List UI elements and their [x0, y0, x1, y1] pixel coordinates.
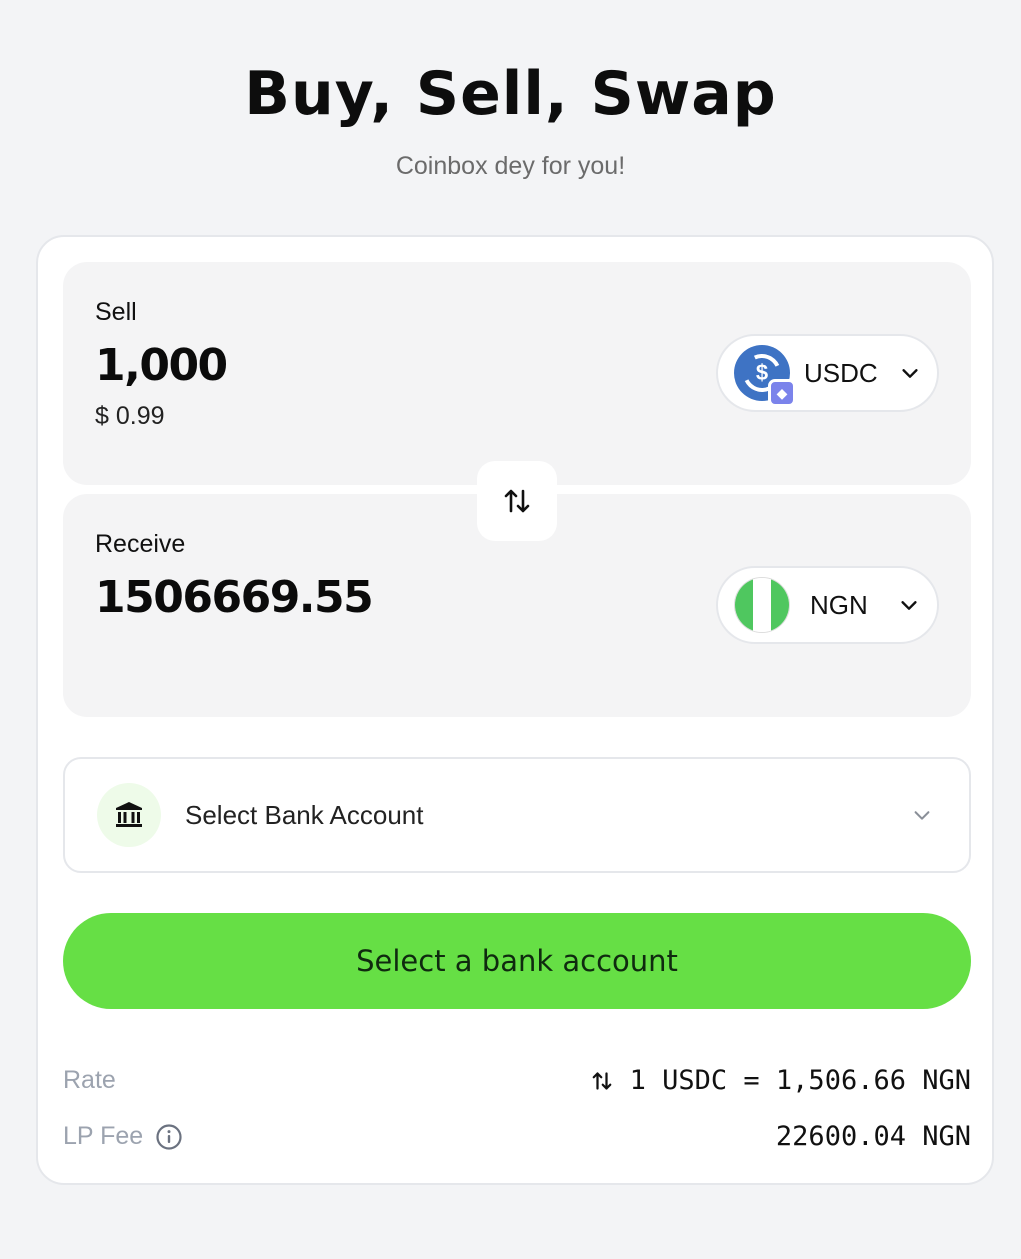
- bank-icon: [97, 783, 161, 847]
- page-header: Buy, Sell, Swap Coinbox dey for you!: [0, 58, 1021, 181]
- lp-fee-value: 22600.04 NGN: [775, 1121, 971, 1152]
- rate-label: Rate: [63, 1066, 116, 1094]
- receive-token-name: NGN: [810, 589, 868, 620]
- sell-panel: Sell 1,000 $ 0.99 $ ◆ USDC: [63, 262, 971, 485]
- select-bank-account-button[interactable]: Select a bank account: [63, 913, 971, 1009]
- sell-usd-value: $ 0.99: [95, 402, 165, 430]
- sell-token-selector[interactable]: $ ◆ USDC: [716, 334, 939, 412]
- swap-arrows-icon: [504, 489, 530, 513]
- chevron-down-icon: [914, 811, 930, 820]
- rate-value: 1 USDC = 1,506.66 NGN: [629, 1065, 971, 1096]
- nigeria-flag-icon: [734, 577, 790, 633]
- ethereum-icon: ◆: [768, 379, 796, 407]
- sell-amount-input[interactable]: 1,000: [95, 340, 228, 391]
- swap-arrows-icon[interactable]: [590, 1069, 614, 1093]
- receive-label: Receive: [95, 530, 186, 558]
- receive-amount: 1506669.55: [95, 572, 374, 623]
- chevron-down-icon: [902, 369, 918, 378]
- sell-label: Sell: [95, 298, 137, 326]
- sell-token-name: USDC: [804, 357, 878, 388]
- chevron-down-icon: [901, 601, 917, 610]
- lp-fee-label-group: LP Fee: [63, 1122, 183, 1151]
- info-icon[interactable]: [155, 1123, 183, 1151]
- rate-value-group: 1 USDC = 1,506.66 NGN: [590, 1065, 971, 1096]
- page-subtitle: Coinbox dey for you!: [395, 152, 626, 180]
- swap-card: Sell 1,000 $ 0.99 $ ◆ USDC Receive 15066…: [36, 235, 994, 1185]
- bank-account-selector[interactable]: Select Bank Account: [63, 757, 971, 873]
- rate-row: Rate 1 USDC = 1,506.66 NGN: [63, 1065, 971, 1096]
- bank-account-label: Select Bank Account: [185, 799, 424, 830]
- usdc-icon: $ ◆: [734, 345, 796, 407]
- swap-direction-button[interactable]: [477, 461, 557, 541]
- lp-fee-row: LP Fee 22600.04 NGN: [63, 1121, 971, 1152]
- receive-token-selector[interactable]: NGN: [716, 566, 939, 644]
- page-title: Buy, Sell, Swap: [244, 59, 777, 129]
- lp-fee-label: LP Fee: [63, 1122, 144, 1150]
